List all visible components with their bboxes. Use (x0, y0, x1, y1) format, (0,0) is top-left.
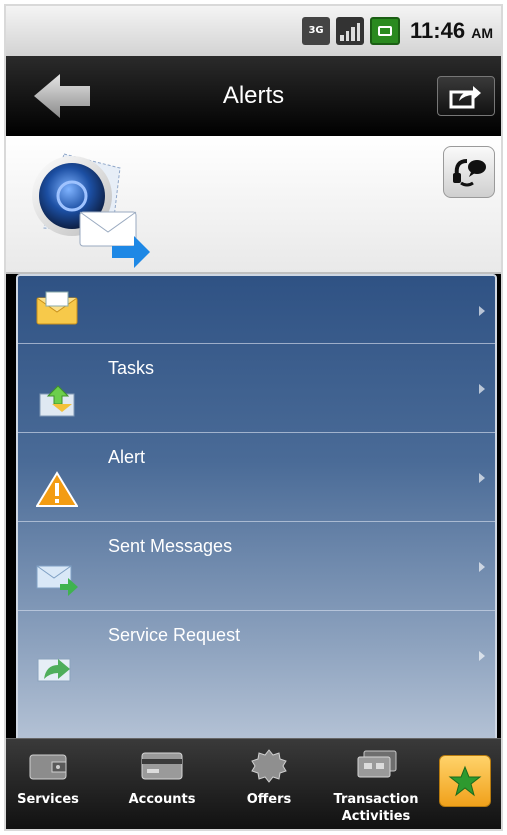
chevron-right-icon (479, 384, 485, 394)
network-3g-icon: 3G (302, 17, 331, 45)
list-item-sent-messages[interactable]: Sent Messages (18, 522, 495, 611)
list-item-label: Service Request (108, 625, 241, 645)
tab-label: Transaction Activities (333, 792, 419, 824)
transactions-icon (357, 750, 397, 778)
badge-icon (251, 749, 287, 783)
tab-accounts[interactable]: Accounts (120, 739, 204, 829)
favorites-button[interactable] (439, 755, 491, 807)
alerts-logo-icon (32, 153, 150, 268)
alerts-list: Tasks Alert Sent Messages Service Reques… (16, 274, 497, 742)
sent-messages-icon (36, 565, 78, 596)
alerts-banner (6, 136, 501, 274)
list-item-service-request[interactable]: Service Request (18, 611, 495, 700)
battery-icon (370, 17, 401, 45)
page-title: Alerts (222, 82, 285, 109)
chevron-right-icon (479, 473, 485, 483)
share-icon (449, 86, 481, 109)
warning-icon (36, 471, 78, 507)
chevron-right-icon (479, 562, 485, 572)
tab-offers[interactable]: Offers (234, 739, 304, 829)
tab-label: Services (17, 792, 79, 807)
share-button[interactable] (437, 76, 495, 116)
list-item-label: Alert (108, 447, 146, 467)
title-bar: Alerts (6, 56, 501, 136)
list-item[interactable] (18, 276, 495, 344)
tab-transaction-activities[interactable]: Transaction Activities (324, 739, 428, 829)
clock: 11:46 AM (410, 18, 493, 43)
chevron-right-icon (479, 306, 485, 316)
bottom-nav: Services Accounts Offers Transaction Act… (6, 738, 501, 829)
tab-label: Accounts (128, 792, 196, 807)
tab-services[interactable]: Services (6, 739, 90, 829)
card-icon (141, 752, 183, 780)
support-button[interactable] (443, 146, 495, 198)
phone-screen: 3G 11:46 AM Alerts Tasks Alert Sent Mess… (4, 4, 503, 831)
list-item-label: Sent Messages (108, 536, 233, 556)
wallet-icon (29, 754, 67, 780)
envelope-icon (36, 291, 78, 325)
service-request-icon (37, 658, 71, 682)
tab-label: Offers (246, 792, 292, 807)
status-bar: 3G 11:46 AM (6, 6, 501, 56)
headset-icon (453, 159, 486, 187)
list-item-label: Tasks (108, 358, 155, 378)
list-item-alert[interactable]: Alert (18, 433, 495, 522)
signal-icon (336, 17, 365, 45)
list-item-tasks[interactable]: Tasks (18, 344, 495, 433)
star-icon (448, 765, 482, 797)
chevron-right-icon (479, 651, 485, 661)
tasks-icon (39, 385, 75, 417)
